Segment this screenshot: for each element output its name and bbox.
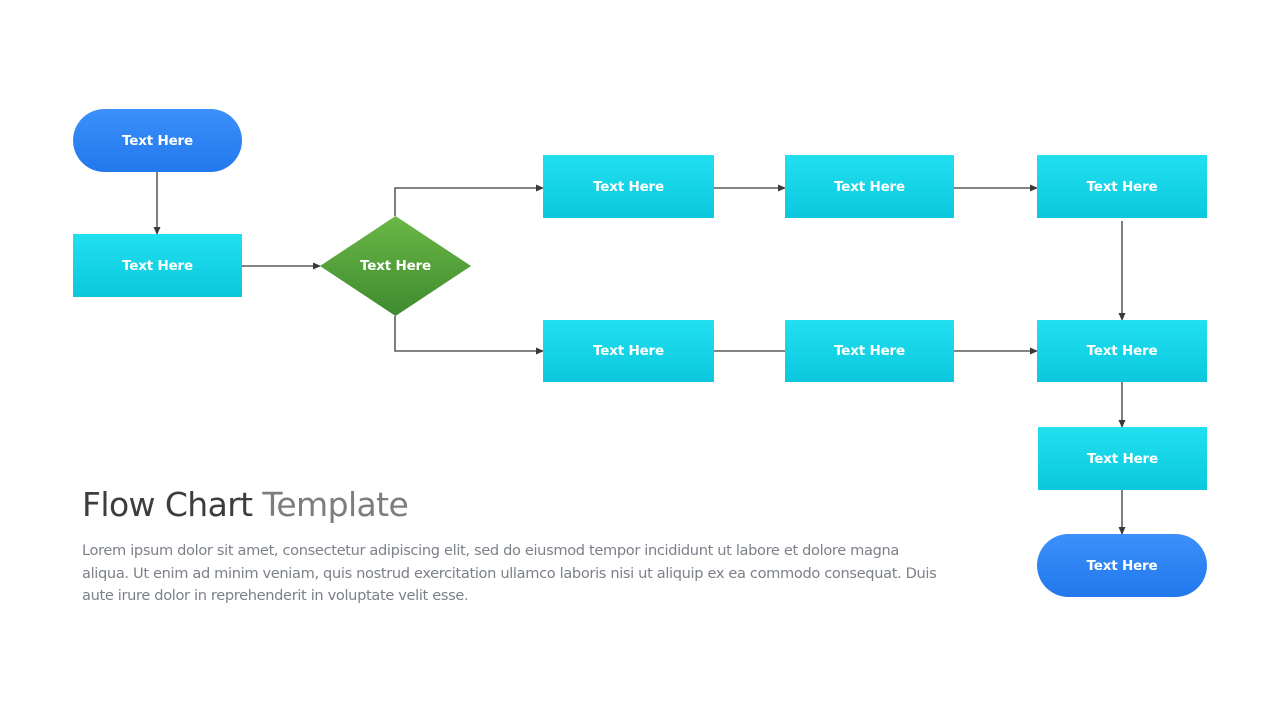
process-bottom-2-label: Text Here — [834, 343, 905, 359]
process-bottom-1-label: Text Here — [593, 343, 664, 359]
decision-node[interactable]: Text Here — [320, 216, 471, 316]
title-primary: Flow Chart — [82, 485, 253, 524]
connector-decision-to-bottom1 — [394, 316, 544, 355]
process-top-3-label: Text Here — [1086, 178, 1158, 195]
end-terminal-label: Text Here — [1086, 557, 1158, 574]
start-terminal[interactable]: Text Here — [73, 109, 242, 172]
process-top-1-label: Text Here — [593, 178, 664, 195]
process-top-3[interactable]: Text Here — [1037, 155, 1207, 218]
process-top-2-label: Text Here — [834, 178, 905, 195]
process-final[interactable]: Text Here — [1038, 427, 1207, 490]
process-bottom-1[interactable]: Text Here — [543, 320, 714, 382]
process-top-1[interactable]: Text Here — [543, 155, 714, 218]
process-step-1[interactable]: Text Here — [73, 234, 242, 297]
page-title: Flow Chart Template — [82, 485, 409, 525]
decision-label: Text Here — [360, 258, 431, 274]
process-bottom-3[interactable]: Text Here — [1037, 320, 1207, 382]
process-bottom-2[interactable]: Text Here — [785, 320, 954, 382]
start-terminal-label: Text Here — [122, 132, 193, 149]
process-bottom-3-label: Text Here — [1086, 343, 1158, 359]
title-secondary: Template — [262, 485, 409, 524]
process-step-1-label: Text Here — [122, 257, 193, 274]
end-terminal[interactable]: Text Here — [1037, 534, 1207, 597]
connector-decision-to-top1 — [394, 184, 544, 216]
process-top-2[interactable]: Text Here — [785, 155, 954, 218]
process-final-label: Text Here — [1087, 450, 1158, 467]
description-text: Lorem ipsum dolor sit amet, consectetur … — [82, 542, 937, 604]
